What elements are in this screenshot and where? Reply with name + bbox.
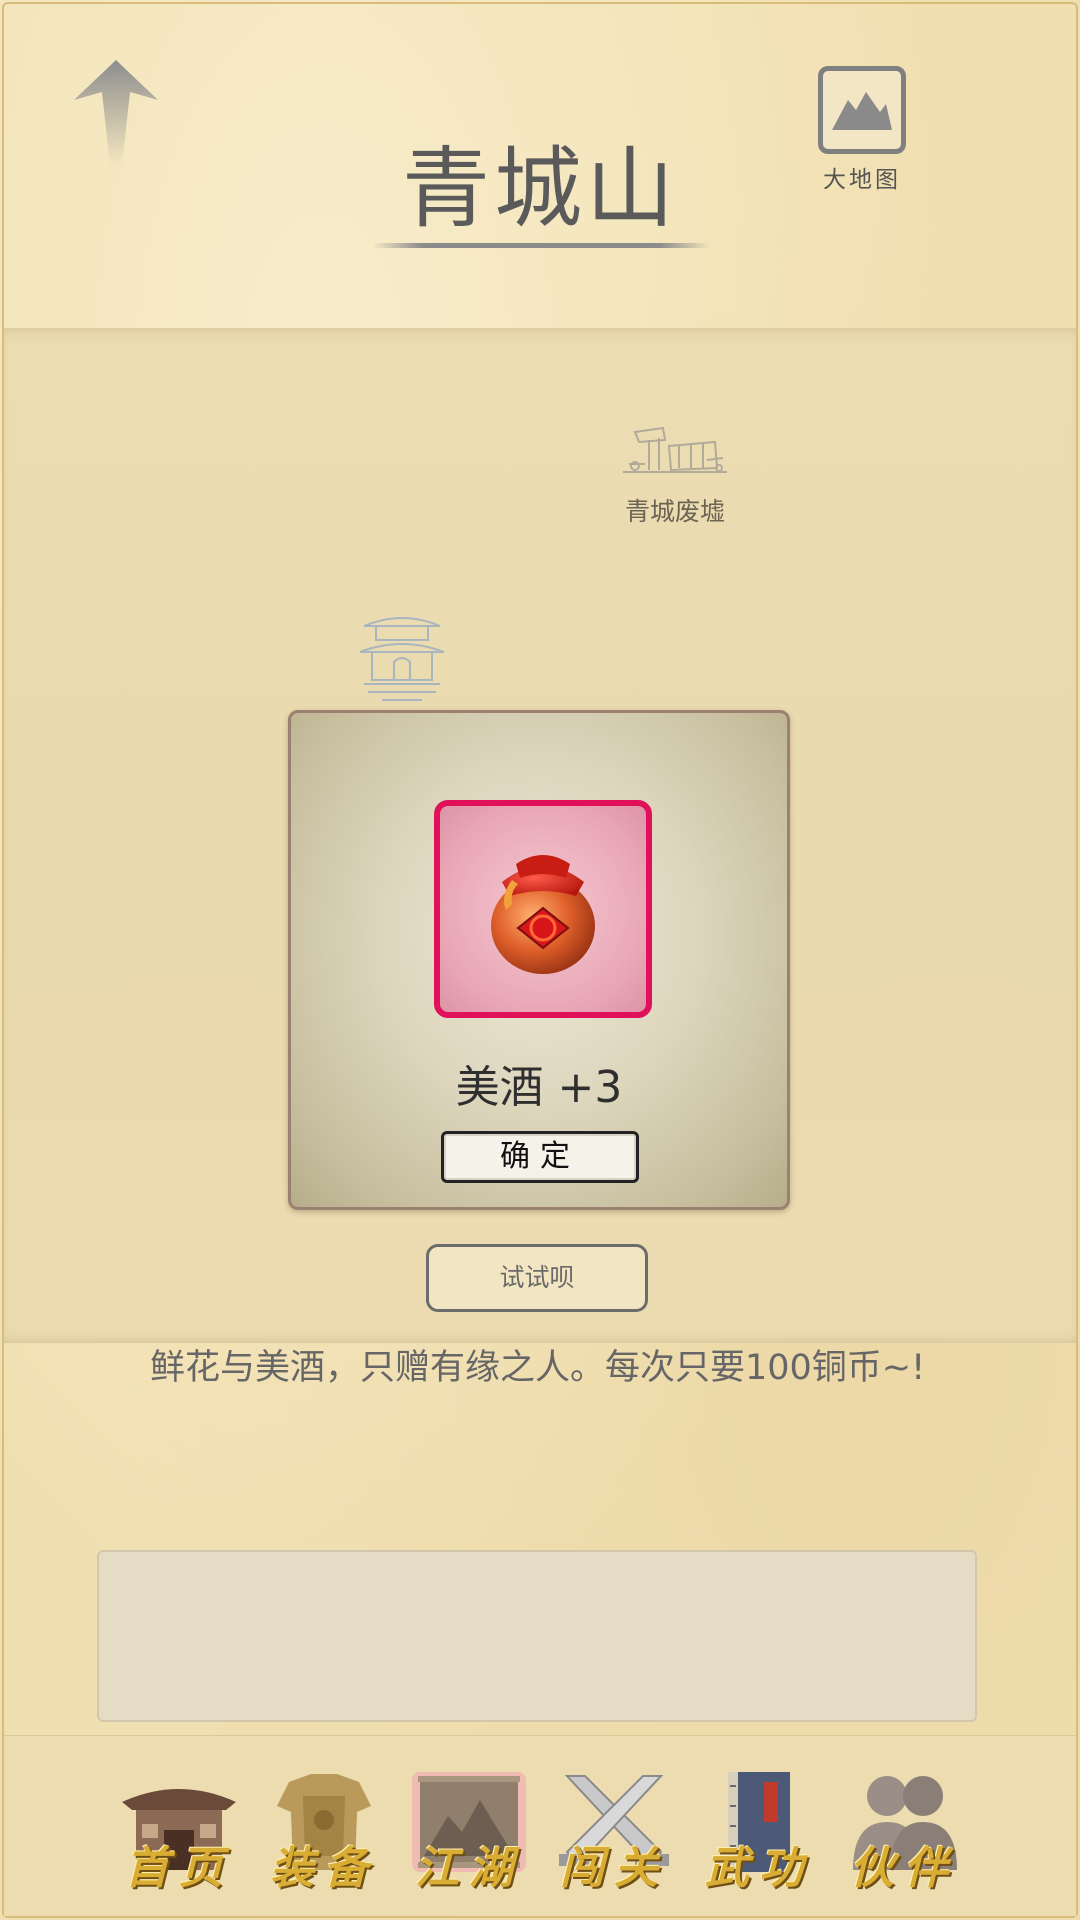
nav-item-equipment[interactable]: 装备 (259, 1766, 389, 1896)
message-log (97, 1550, 977, 1722)
nav-label: 伙伴 (850, 1843, 958, 1894)
nav-label: 闯关 (560, 1843, 668, 1894)
mountain-icon (832, 92, 892, 130)
page-title: 青城山 (401, 137, 678, 240)
ruins-icon (623, 426, 727, 473)
bottom-nav: 首页 装备 江湖 闯关 武功 伙伴 (4, 1735, 1076, 1916)
nav-item-challenge[interactable]: 闯关 (549, 1766, 679, 1896)
world-map-label: 大地图 (823, 167, 901, 193)
try-button[interactable]: 试试呗 (426, 1244, 648, 1312)
nav-item-home[interactable]: 首页 (114, 1766, 244, 1896)
location-pagoda[interactable] (354, 604, 450, 712)
nav-label: 首页 (125, 1843, 233, 1894)
reward-popup: 美酒 +3 确定 (288, 710, 790, 1210)
confirm-button[interactable]: 确定 (441, 1131, 639, 1183)
world-map-frame (818, 66, 906, 154)
reward-item-name: 美酒 +3 (455, 1062, 623, 1113)
nav-label: 江湖 (415, 1843, 523, 1894)
world-map-button[interactable]: 大地图 (812, 66, 912, 196)
nav-label: 装备 (270, 1843, 378, 1894)
wine-jar-icon (491, 855, 595, 974)
reward-item-frame (434, 800, 652, 1018)
location-label: 青城废墟 (624, 497, 725, 526)
nav-item-martial-arts[interactable]: 武功 (694, 1766, 824, 1896)
nav-item-companions[interactable]: 伙伴 (839, 1766, 969, 1896)
title-underline (372, 243, 710, 248)
nav-label: 武功 (705, 1843, 813, 1894)
location-qingcheng-ruins[interactable]: 青城废墟 (615, 410, 735, 528)
pagoda-icon (359, 617, 445, 701)
nav-item-jianghu[interactable]: 江湖 (404, 1766, 534, 1896)
event-description: 鲜花与美酒，只赠有缘之人。每次只要100铜币~! (150, 1348, 926, 1388)
